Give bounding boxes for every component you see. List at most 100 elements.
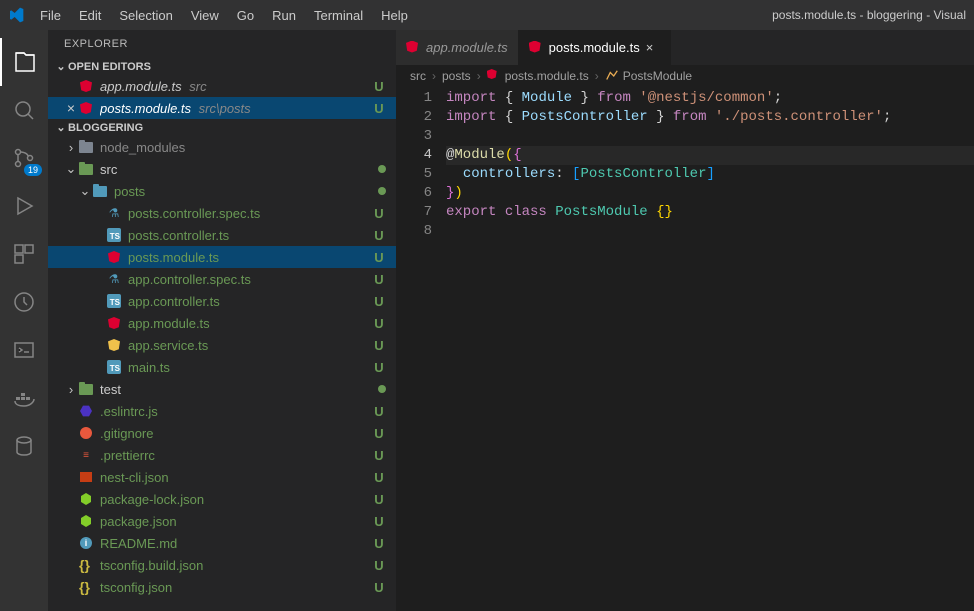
- tree-row[interactable]: {}tsconfig.jsonU: [48, 576, 396, 598]
- tab-label: posts.module.ts: [549, 40, 640, 55]
- code-editor[interactable]: 12345678 import { Module } from '@nestjs…: [396, 87, 974, 611]
- git-status: U: [372, 492, 386, 507]
- close-icon[interactable]: ×: [64, 100, 78, 116]
- run-debug-icon: [12, 194, 36, 218]
- file-name: tsconfig.json: [100, 580, 372, 595]
- tree-row[interactable]: {}tsconfig.build.jsonU: [48, 554, 396, 576]
- activity-run-debug[interactable]: [0, 182, 48, 230]
- chevron-icon: ⌄: [64, 161, 78, 177]
- tree-row[interactable]: ⌄src: [48, 158, 396, 180]
- chevron-icon: ⌄: [78, 183, 92, 199]
- git-status: U: [372, 360, 386, 375]
- angular-yw-icon: [106, 337, 122, 353]
- chevron-down-icon: ⌄: [54, 121, 68, 134]
- vscode-logo-icon: [8, 7, 24, 23]
- sidebar-title: EXPLORER: [48, 30, 396, 58]
- editor-tab[interactable]: app.module.ts: [396, 30, 519, 65]
- breadcrumb-item[interactable]: src: [410, 69, 426, 83]
- tree-row[interactable]: TSapp.controller.tsU: [48, 290, 396, 312]
- workspace-header[interactable]: ⌄ BLOGGERING: [48, 119, 396, 136]
- git-status: U: [372, 536, 386, 551]
- tree-row[interactable]: ≡.prettierrcU: [48, 444, 396, 466]
- breadcrumb-item[interactable]: posts: [442, 69, 471, 83]
- tree-row[interactable]: i README.mdU: [48, 532, 396, 554]
- class-icon: [605, 69, 619, 83]
- git-status: U: [372, 470, 386, 485]
- git-status: U: [372, 338, 386, 353]
- git-dot: [378, 187, 386, 195]
- menu-run[interactable]: Run: [264, 4, 304, 27]
- breadcrumb[interactable]: src›posts›posts.module.ts›PostsModule: [396, 65, 974, 87]
- menu-edit[interactable]: Edit: [71, 4, 109, 27]
- open-editors-header[interactable]: ⌄ OPEN EDITORS: [48, 58, 396, 75]
- git-status: U: [372, 580, 386, 595]
- folder-green-icon: [78, 381, 94, 397]
- menu-file[interactable]: File: [32, 4, 69, 27]
- node-icon: [78, 513, 94, 529]
- breadcrumb-item[interactable]: posts.module.ts: [505, 69, 589, 83]
- activity-explorer[interactable]: [0, 38, 48, 86]
- code-line[interactable]: [446, 127, 974, 146]
- code-line[interactable]: export class PostsModule {}: [446, 203, 974, 222]
- info-icon: i: [78, 535, 94, 551]
- open-editor-item[interactable]: app.module.ts srcU: [48, 75, 396, 97]
- tree-row[interactable]: ⌄posts: [48, 180, 396, 202]
- code-line[interactable]: }): [446, 184, 974, 203]
- git-status: U: [372, 316, 386, 331]
- menu-terminal[interactable]: Terminal: [306, 4, 371, 27]
- activity-database[interactable]: [0, 422, 48, 470]
- menu-view[interactable]: View: [183, 4, 227, 27]
- tree-row[interactable]: ⚗app.controller.spec.tsU: [48, 268, 396, 290]
- menu-go[interactable]: Go: [229, 4, 262, 27]
- chevron-down-icon: ⌄: [54, 60, 68, 73]
- git-status: U: [372, 514, 386, 529]
- activity-docker[interactable]: [0, 374, 48, 422]
- git-status: U: [372, 272, 386, 287]
- node-icon: [78, 491, 94, 507]
- tree-row[interactable]: app.module.tsU: [48, 312, 396, 334]
- code-line[interactable]: [446, 222, 974, 241]
- git-status: U: [372, 426, 386, 441]
- file-name: package-lock.json: [100, 492, 372, 507]
- code-line[interactable]: controllers: [PostsController]: [446, 165, 974, 184]
- open-editor-item[interactable]: ×posts.module.ts src\postsU: [48, 97, 396, 119]
- folder-grey-icon: [78, 139, 94, 155]
- tree-row[interactable]: TSposts.controller.tsU: [48, 224, 396, 246]
- tree-row[interactable]: app.service.tsU: [48, 334, 396, 356]
- npm-icon: [78, 469, 94, 485]
- menu-help[interactable]: Help: [373, 4, 416, 27]
- tree-row[interactable]: nest-cli.jsonU: [48, 466, 396, 488]
- breadcrumb-item[interactable]: PostsModule: [623, 69, 692, 83]
- angular-icon: [78, 78, 94, 94]
- activity-extensions[interactable]: [0, 230, 48, 278]
- tree-row[interactable]: .gitignoreU: [48, 422, 396, 444]
- tree-row[interactable]: TSmain.tsU: [48, 356, 396, 378]
- git-status: U: [372, 448, 386, 463]
- tree-row[interactable]: ›test: [48, 378, 396, 400]
- activity-terminal-panel[interactable]: [0, 326, 48, 374]
- tree-row[interactable]: package.jsonU: [48, 510, 396, 532]
- file-name: app.module.ts: [128, 316, 372, 331]
- close-icon[interactable]: ×: [646, 40, 660, 55]
- tree-row[interactable]: .eslintrc.jsU: [48, 400, 396, 422]
- code-line[interactable]: @Module({: [446, 146, 974, 165]
- flask-icon: ⚗: [106, 205, 122, 221]
- tree-row[interactable]: ›node_modules: [48, 136, 396, 158]
- tree-row[interactable]: posts.module.tsU: [48, 246, 396, 268]
- code-line[interactable]: import { Module } from '@nestjs/common';: [446, 89, 974, 108]
- menu-selection[interactable]: Selection: [111, 4, 180, 27]
- activity-search[interactable]: [0, 86, 48, 134]
- code-line[interactable]: import { PostsController } from './posts…: [446, 108, 974, 127]
- activity-timeline[interactable]: [0, 278, 48, 326]
- angular-icon: [406, 41, 420, 55]
- activity-source-control[interactable]: 19: [0, 134, 48, 182]
- tree-row[interactable]: package-lock.jsonU: [48, 488, 396, 510]
- git-status: U: [372, 79, 386, 94]
- editor-tab[interactable]: posts.module.ts ×: [519, 30, 671, 65]
- file-name: README.md: [100, 536, 372, 551]
- file-name: app.module.ts src: [100, 79, 372, 94]
- tree-row[interactable]: ⚗posts.controller.spec.tsU: [48, 202, 396, 224]
- chevron-right-icon: ›: [477, 69, 481, 83]
- eslint-icon: [78, 403, 94, 419]
- git-status: U: [372, 250, 386, 265]
